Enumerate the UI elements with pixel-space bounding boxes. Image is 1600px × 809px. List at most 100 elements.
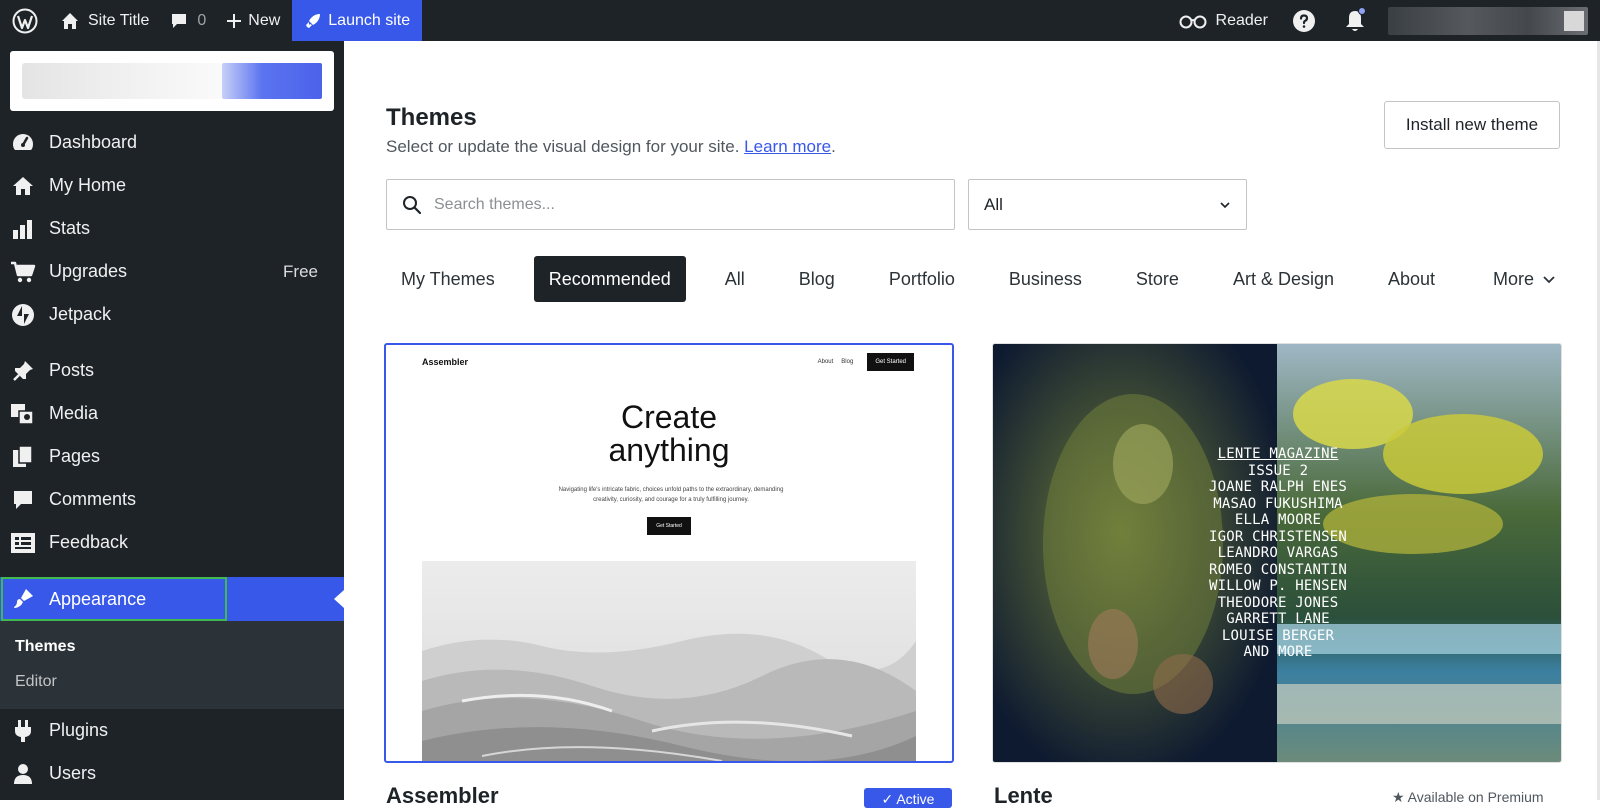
tab-all[interactable]: All — [710, 256, 760, 302]
preview-cta-button: Get Started — [647, 517, 691, 535]
sidebar-item-plugins[interactable]: Plugins — [0, 709, 344, 752]
preview-hero-line: Create — [620, 399, 718, 435]
install-new-theme-button[interactable]: Install new theme — [1384, 101, 1560, 149]
page-subtitle: Select or update the visual design for y… — [386, 137, 836, 157]
comments-link[interactable]: 0 — [159, 0, 216, 41]
appearance-submenu: Themes Editor — [0, 621, 344, 709]
plus-icon — [227, 13, 242, 28]
lente-line: WILLOW P. HENSEN — [1208, 578, 1348, 594]
comment-icon — [10, 487, 36, 513]
lente-line: ISSUE 2 — [1247, 462, 1309, 479]
sidebar-item-pages[interactable]: Pages — [0, 435, 344, 478]
cart-icon — [10, 259, 36, 285]
sidebar-item-label: Appearance — [49, 588, 147, 609]
notification-dot — [1358, 7, 1366, 15]
sidebar-item-label: Comments — [49, 489, 137, 509]
sidebar-item-jetpack[interactable]: Jetpack — [0, 293, 344, 336]
plug-icon — [10, 718, 36, 744]
preview-brand: Assembler — [422, 357, 469, 367]
current-menu-arrow — [334, 590, 344, 608]
tab-recommended[interactable]: Recommended — [533, 256, 686, 302]
sidebar-item-media[interactable]: Media — [0, 392, 344, 435]
preview-hero-line: anything — [608, 432, 730, 468]
search-input[interactable] — [434, 195, 914, 214]
theme-card-lente[interactable]: LENTE MAGAZINE ISSUE 2 JOANE RALPH ENES … — [992, 343, 1562, 763]
sidebar-item-comments[interactable]: Comments — [0, 478, 344, 521]
theme-category-tabs: My Themes Recommended All Blog Portfolio… — [386, 256, 1562, 302]
theme-filter-select[interactable]: All — [968, 179, 1247, 230]
lente-line: GARRETT LANE — [1226, 611, 1330, 627]
dashboard-icon — [10, 130, 36, 156]
preview-nav-button: Get Started — [867, 353, 914, 371]
lente-line: MASAO FUKUSHIMA — [1213, 495, 1343, 512]
sidebar-item-label: Plugins — [49, 720, 109, 740]
sidebar-item-label: Users — [49, 763, 97, 783]
sidebar-item-label: Posts — [49, 360, 95, 380]
preview-description: Navigating life's intricate fabric, choi… — [558, 487, 784, 503]
launch-site-label: Launch site — [328, 11, 411, 29]
pages-icon — [10, 444, 36, 470]
chevron-down-icon — [1543, 275, 1555, 283]
avatar — [1564, 10, 1584, 31]
wordpress-logo-icon[interactable] — [0, 0, 50, 41]
tab-store[interactable]: Store — [1121, 256, 1194, 302]
feedback-icon — [10, 530, 36, 556]
lente-line: JOANE RALPH ENES — [1208, 479, 1348, 495]
stats-icon — [10, 216, 36, 242]
preview-nav-blog: Blog — [841, 359, 854, 365]
sidebar-item-label: Pages — [49, 446, 101, 466]
sidebar-item-users[interactable]: Users — [0, 752, 344, 795]
menu-separator — [0, 336, 344, 349]
lente-preview-text: LENTE MAGAZINE ISSUE 2 JOANE RALPH ENES … — [993, 446, 1561, 661]
site-switcher-card[interactable] — [10, 51, 334, 111]
main-content: Themes Select or update the visual desig… — [344, 41, 1600, 808]
preview-nav-about: About — [817, 359, 834, 365]
admin-menu: Dashboard My Home Stats Upgrades Free Je… — [0, 121, 344, 795]
new-content-button[interactable]: New — [216, 0, 290, 41]
sidebar-item-posts[interactable]: Posts — [0, 349, 344, 392]
subtitle-period: . — [831, 137, 836, 156]
tab-my-themes[interactable]: My Themes — [386, 256, 510, 302]
account-menu[interactable] — [1388, 6, 1588, 35]
sidebar: Dashboard My Home Stats Upgrades Free Je… — [0, 41, 344, 800]
reader-glasses-icon — [1179, 15, 1207, 28]
learn-more-link[interactable]: Learn more — [744, 137, 831, 156]
sidebar-item-my-home[interactable]: My Home — [0, 164, 344, 207]
tab-business[interactable]: Business — [994, 256, 1097, 302]
submenu-item-themes[interactable]: Themes — [0, 629, 344, 664]
admin-bar: Site Title 0 New Launch site Reader — [0, 0, 1600, 41]
lente-line: ELLA MOORE — [1234, 512, 1322, 528]
tab-more-dropdown[interactable]: More — [1478, 256, 1562, 302]
page-title: Themes — [386, 104, 477, 131]
help-icon[interactable] — [1278, 0, 1330, 41]
sidebar-item-feedback[interactable]: Feedback — [0, 521, 344, 564]
sidebar-item-label: Media — [49, 403, 99, 423]
reader-label: Reader — [1215, 11, 1268, 29]
reader-link[interactable]: Reader — [1168, 0, 1278, 41]
theme-name-lente[interactable]: Lente — [994, 783, 1053, 809]
launch-site-button[interactable]: Launch site — [292, 0, 423, 41]
active-badge: ✓ Active — [864, 788, 952, 808]
sidebar-item-label: Jetpack — [49, 304, 112, 324]
sidebar-item-dashboard[interactable]: Dashboard — [0, 121, 344, 164]
sidebar-item-appearance[interactable]: Appearance — [0, 577, 344, 621]
theme-card-assembler[interactable]: Assembler About Blog Get Started Create … — [384, 343, 954, 763]
pin-icon — [10, 358, 36, 384]
search-icon — [403, 195, 422, 214]
sidebar-item-upgrades[interactable]: Upgrades Free — [0, 250, 344, 293]
tab-art-design[interactable]: Art & Design — [1218, 256, 1349, 302]
theme-name-assembler[interactable]: Assembler — [386, 783, 499, 809]
tab-about[interactable]: About — [1373, 256, 1450, 302]
brush-icon — [10, 586, 36, 612]
comments-count: 0 — [197, 11, 207, 29]
lente-line: LOUISE BERGER — [1221, 627, 1335, 644]
sidebar-item-stats[interactable]: Stats — [0, 207, 344, 250]
tab-blog[interactable]: Blog — [784, 256, 850, 302]
lente-line: IGOR CHRISTENSEN — [1208, 528, 1348, 545]
submenu-item-editor[interactable]: Editor — [0, 664, 344, 699]
site-title-link[interactable]: Site Title — [50, 0, 159, 41]
notifications-bell-icon[interactable] — [1330, 0, 1380, 41]
sidebar-item-label: My Home — [49, 175, 127, 195]
tab-portfolio[interactable]: Portfolio — [874, 256, 970, 302]
site-icon-redacted — [222, 63, 322, 99]
